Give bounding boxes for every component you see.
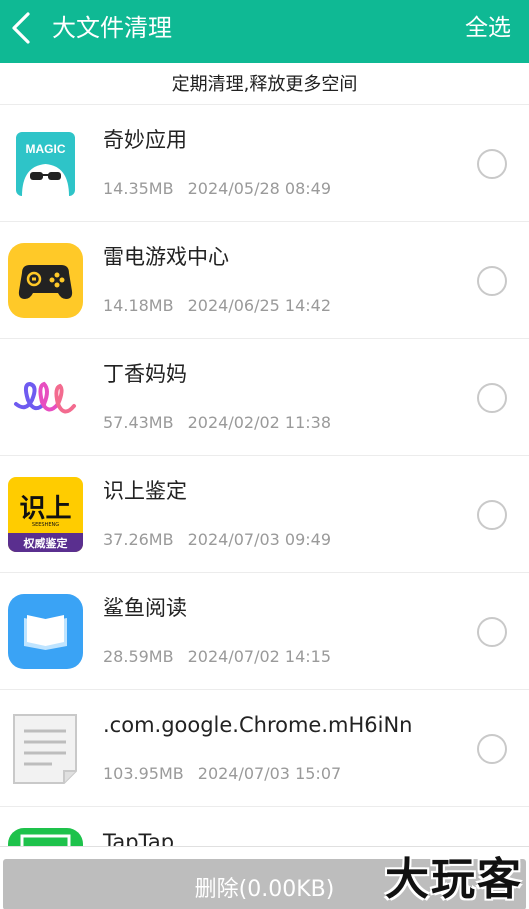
app-name: 识上鉴定 — [103, 479, 187, 503]
app-name: 丁香妈妈 — [103, 362, 187, 386]
page-subtitle: 定期清理,释放更多空间 — [0, 63, 529, 105]
file-meta: 103.95MB 2024/07/03 15:07 — [103, 762, 341, 786]
back-button[interactable] — [6, 10, 42, 46]
file-size: 57.43MB — [103, 413, 174, 432]
file-size: 28.59MB — [103, 647, 174, 666]
list-item[interactable]: 识上 SEESHENG 权威鉴定 识上鉴定 37.26MB 2024/07/03 … — [0, 456, 529, 573]
large-file-list: MAGIC 奇妙应用 14.35MB 2024/05/28 08:49 雷电游戏… — [0, 105, 529, 846]
select-checkbox[interactable] — [477, 734, 507, 764]
taptap-icon — [8, 828, 83, 846]
shishang-icon-badge: 权威鉴定 — [23, 536, 68, 550]
gamepad-icon — [8, 243, 83, 318]
file-meta: 28.59MB 2024/07/02 14:15 — [103, 645, 331, 669]
file-size: 14.35MB — [103, 179, 174, 198]
file-date: 2024/05/28 08:49 — [187, 179, 332, 198]
page-title: 大文件清理 — [52, 14, 172, 42]
file-date: 2024/07/03 15:07 — [197, 764, 342, 783]
list-item[interactable]: MAGIC 奇妙应用 14.35MB 2024/05/28 08:49 — [0, 105, 529, 222]
file-meta: 14.18MB 2024/06/25 14:42 — [103, 294, 331, 318]
magic-icon-text: MAGIC — [26, 142, 66, 156]
select-checkbox[interactable] — [477, 149, 507, 179]
list-item[interactable]: 雷电游戏中心 14.18MB 2024/06/25 14:42 — [0, 222, 529, 339]
select-all-button[interactable]: 全选 — [465, 12, 511, 44]
file-name: .com.google.Chrome.mH6iNn — [103, 713, 413, 737]
shishang-logo-icon: 识上 SEESHENG 权威鉴定 — [8, 477, 83, 552]
file-date: 2024/06/25 14:42 — [187, 296, 332, 315]
magic-app-icon: MAGIC — [8, 126, 83, 201]
app-name: 鲨鱼阅读 — [103, 596, 187, 620]
app-name: TapTap — [103, 830, 175, 846]
app-name: 奇妙应用 — [103, 128, 187, 152]
file-date: 2024/02/02 11:38 — [187, 413, 332, 432]
file-meta: 57.43MB 2024/02/02 11:38 — [103, 411, 331, 435]
list-item[interactable]: TapTap — [0, 807, 529, 846]
dingxiang-logo-icon — [8, 360, 83, 435]
select-checkbox[interactable] — [477, 266, 507, 296]
book-icon — [8, 594, 83, 669]
file-size: 14.18MB — [103, 296, 174, 315]
app-name: 雷电游戏中心 — [103, 245, 229, 269]
list-item[interactable]: 鲨鱼阅读 28.59MB 2024/07/02 14:15 — [0, 573, 529, 690]
shishang-icon-subtext: SEESHENG — [32, 522, 59, 528]
watermark-logo: 大玩客 — [385, 854, 523, 905]
select-checkbox[interactable] — [477, 500, 507, 530]
file-meta: 14.35MB 2024/05/28 08:49 — [103, 177, 331, 201]
file-date: 2024/07/02 14:15 — [187, 647, 332, 666]
document-file-icon — [8, 711, 83, 786]
select-checkbox[interactable] — [477, 383, 507, 413]
file-meta: 37.26MB 2024/07/03 09:49 — [103, 528, 331, 552]
select-checkbox[interactable] — [477, 617, 507, 647]
file-date: 2024/07/03 09:49 — [187, 530, 332, 549]
top-bar: 大文件清理 全选 — [0, 0, 529, 63]
file-size: 103.95MB — [103, 764, 184, 783]
file-size: 37.26MB — [103, 530, 174, 549]
shishang-icon-text: 识上 — [19, 494, 71, 524]
list-item[interactable]: .com.google.Chrome.mH6iNn 103.95MB 2024/0… — [0, 690, 529, 807]
list-item[interactable]: 丁香妈妈 57.43MB 2024/02/02 11:38 — [0, 339, 529, 456]
chevron-left-icon — [12, 12, 30, 44]
